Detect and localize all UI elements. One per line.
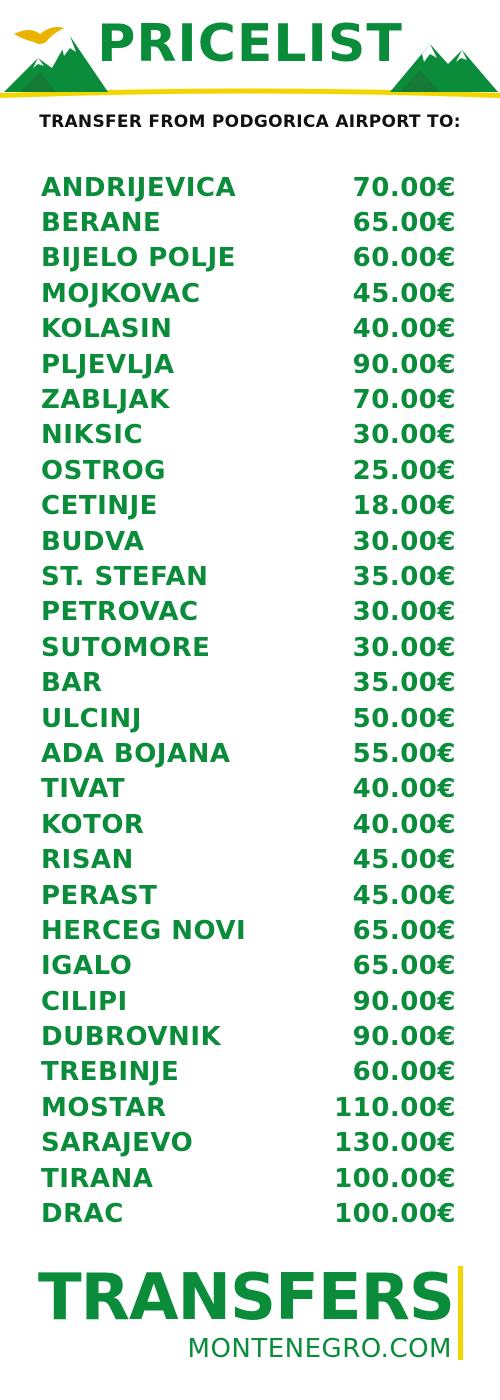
destination-name: ZABLJAK xyxy=(41,385,170,416)
destination-price: 90.00€ xyxy=(352,349,456,380)
destination-name: SUTOMORE xyxy=(41,632,211,663)
destination-name: DUBROVNIK xyxy=(41,1022,222,1053)
destination-price: 65.00€ xyxy=(352,208,456,239)
destination-name: SARAJEVO xyxy=(41,1128,194,1159)
destination-price: 18.00€ xyxy=(352,491,456,522)
price-row: BAR 35.00€ xyxy=(41,665,456,700)
destination-name: BAR xyxy=(41,668,103,699)
destination-name: BERANE xyxy=(41,208,162,239)
destination-price: 55.00€ xyxy=(352,738,456,769)
destination-name: TIVAT xyxy=(41,774,126,805)
price-row: BIJELO POLJE 60.00€ xyxy=(41,241,456,276)
destination-name: MOJKOVAC xyxy=(41,278,201,309)
destination-name: RISAN xyxy=(41,845,134,876)
price-row: PLJEVLJA 90.00€ xyxy=(41,347,456,382)
destination-price: 45.00€ xyxy=(352,880,456,911)
destination-name: BUDVA xyxy=(41,526,145,557)
price-row: MOSTAR 110.00€ xyxy=(41,1090,456,1125)
destination-name: KOTOR xyxy=(41,809,145,840)
destination-price: 65.00€ xyxy=(352,951,456,982)
destination-name: PETROVAC xyxy=(41,597,199,628)
destination-price: 30.00€ xyxy=(352,597,456,628)
price-row: NIKSIC 30.00€ xyxy=(41,418,456,453)
subtitle: TRANSFER FROM PODGORICA AIRPORT TO: xyxy=(39,112,461,132)
destination-price: 50.00€ xyxy=(352,703,456,734)
price-row: TIVAT 40.00€ xyxy=(41,772,456,807)
destination-name: PERAST xyxy=(41,880,158,911)
destination-price: 30.00€ xyxy=(352,632,456,663)
destination-price: 40.00€ xyxy=(352,314,456,345)
price-row: ST. STEFAN 35.00€ xyxy=(41,559,456,594)
destination-name: DRAC xyxy=(41,1199,124,1230)
destination-name: TIRANA xyxy=(41,1163,154,1194)
destination-price: 90.00€ xyxy=(352,1022,456,1053)
price-row: KOLASIN 40.00€ xyxy=(41,312,456,347)
price-row: DUBROVNIK 90.00€ xyxy=(41,1019,456,1054)
destination-price: 110.00€ xyxy=(334,1092,456,1123)
brand-domain: MONTENEGRO.COM xyxy=(187,1334,452,1364)
header: PRICELIST xyxy=(0,0,500,100)
destination-price: 70.00€ xyxy=(352,385,456,416)
price-row: ANDRIJEVICA 70.00€ xyxy=(41,170,456,205)
price-row: BERANE 65.00€ xyxy=(41,205,456,240)
price-row: MOJKOVAC 45.00€ xyxy=(41,276,456,311)
page-title: PRICELIST xyxy=(97,14,403,74)
destination-name: MOSTAR xyxy=(41,1092,167,1123)
destination-price: 90.00€ xyxy=(352,986,456,1017)
destination-name: ANDRIJEVICA xyxy=(41,172,237,203)
destination-name: HERCEG NOVI xyxy=(41,915,247,946)
destination-price: 25.00€ xyxy=(352,455,456,486)
price-row: IGALO 65.00€ xyxy=(41,949,456,984)
price-row: HERCEG NOVI 65.00€ xyxy=(41,913,456,948)
destination-name: CILIPI xyxy=(41,986,128,1017)
destination-name: OSTROG xyxy=(41,455,167,486)
price-row: CETINJE 18.00€ xyxy=(41,489,456,524)
destination-price: 30.00€ xyxy=(352,420,456,451)
destination-price: 45.00€ xyxy=(352,278,456,309)
price-row: TIRANA 100.00€ xyxy=(41,1161,456,1196)
price-row: DRAC 100.00€ xyxy=(41,1196,456,1231)
price-row: TREBINJE 60.00€ xyxy=(41,1055,456,1090)
destination-name: ST. STEFAN xyxy=(41,561,209,592)
price-row: PERAST 45.00€ xyxy=(41,878,456,913)
price-row: PETROVAC 30.00€ xyxy=(41,595,456,630)
destination-price: 100.00€ xyxy=(334,1163,456,1194)
destination-price: 30.00€ xyxy=(352,526,456,557)
price-row: OSTROG 25.00€ xyxy=(41,453,456,488)
price-row: KOTOR 40.00€ xyxy=(41,807,456,842)
price-row: BUDVA 30.00€ xyxy=(41,524,456,559)
destination-price: 35.00€ xyxy=(352,561,456,592)
price-row: ZABLJAK 70.00€ xyxy=(41,382,456,417)
destination-price: 35.00€ xyxy=(352,668,456,699)
destination-price: 100.00€ xyxy=(334,1199,456,1230)
destination-name: NIKSIC xyxy=(41,420,144,451)
price-row: ULCINJ 50.00€ xyxy=(41,701,456,736)
destination-name: ADA BOJANA xyxy=(41,738,231,769)
destination-name: TREBINJE xyxy=(41,1057,180,1088)
destination-name: CETINJE xyxy=(41,491,158,522)
destination-name: BIJELO POLJE xyxy=(41,243,236,274)
destination-name: IGALO xyxy=(41,951,133,982)
destination-price: 70.00€ xyxy=(352,172,456,203)
price-row: ADA BOJANA 55.00€ xyxy=(41,736,456,771)
destination-price: 130.00€ xyxy=(334,1128,456,1159)
price-row: SUTOMORE 30.00€ xyxy=(41,630,456,665)
price-row: RISAN 45.00€ xyxy=(41,842,456,877)
destination-price: 40.00€ xyxy=(352,809,456,840)
destination-name: PLJEVLJA xyxy=(41,349,175,380)
brand-logo-text: TRANSFERS xyxy=(38,1261,455,1335)
destination-price: 60.00€ xyxy=(352,1057,456,1088)
destination-name: KOLASIN xyxy=(41,314,173,345)
destination-price: 45.00€ xyxy=(352,845,456,876)
brand-accent-bar xyxy=(458,1266,463,1360)
price-row: SARAJEVO 130.00€ xyxy=(41,1126,456,1161)
price-list: ANDRIJEVICA 70.00€ BERANE 65.00€ BIJELO POLJ… xyxy=(41,170,456,1232)
destination-price: 65.00€ xyxy=(352,915,456,946)
price-row: CILIPI 90.00€ xyxy=(41,984,456,1019)
destination-price: 60.00€ xyxy=(352,243,456,274)
destination-price: 40.00€ xyxy=(352,774,456,805)
destination-name: ULCINJ xyxy=(41,703,142,734)
